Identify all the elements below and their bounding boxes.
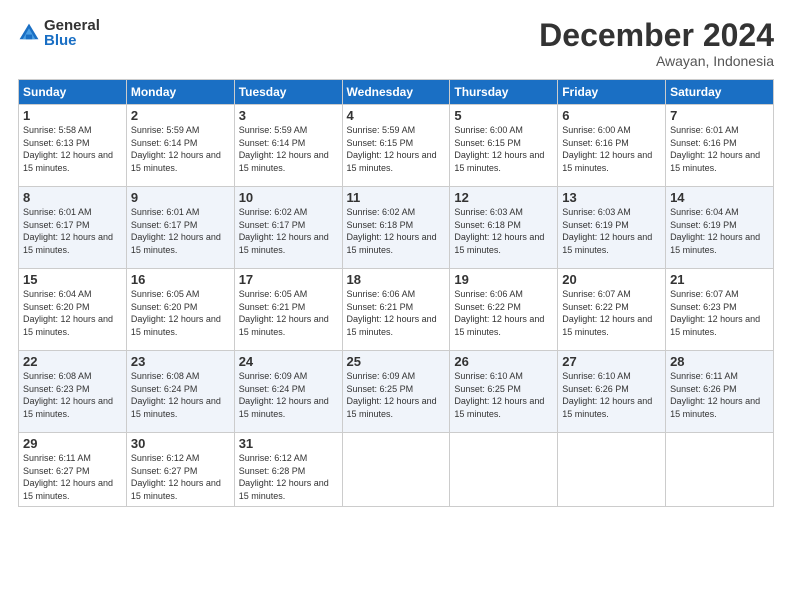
logo-blue: Blue <box>44 33 100 48</box>
calendar-table: Sunday Monday Tuesday Wednesday Thursday… <box>18 79 774 506</box>
table-row: 5 Sunrise: 6:00 AM Sunset: 6:15 PM Dayli… <box>450 105 558 187</box>
header-friday: Friday <box>558 80 666 105</box>
month-title: December 2024 <box>539 18 774 53</box>
table-row: 8 Sunrise: 6:01 AM Sunset: 6:17 PM Dayli… <box>19 187 127 269</box>
table-row: 4 Sunrise: 5:59 AM Sunset: 6:15 PM Dayli… <box>342 105 450 187</box>
calendar-header-row: Sunday Monday Tuesday Wednesday Thursday… <box>19 80 774 105</box>
table-row: 15 Sunrise: 6:04 AM Sunset: 6:20 PM Dayl… <box>19 269 127 351</box>
table-row: 11 Sunrise: 6:02 AM Sunset: 6:18 PM Dayl… <box>342 187 450 269</box>
table-row: 6 Sunrise: 6:00 AM Sunset: 6:16 PM Dayli… <box>558 105 666 187</box>
logo: General Blue <box>18 18 100 48</box>
table-row: 24 Sunrise: 6:09 AM Sunset: 6:24 PM Dayl… <box>234 351 342 433</box>
header-thursday: Thursday <box>450 80 558 105</box>
title-block: December 2024 Awayan, Indonesia <box>539 18 774 69</box>
table-row: 2 Sunrise: 5:59 AM Sunset: 6:14 PM Dayli… <box>126 105 234 187</box>
table-row <box>666 433 774 506</box>
table-row: 16 Sunrise: 6:05 AM Sunset: 6:20 PM Dayl… <box>126 269 234 351</box>
header-tuesday: Tuesday <box>234 80 342 105</box>
table-row <box>342 433 450 506</box>
logo-icon <box>18 22 40 44</box>
table-row: 7 Sunrise: 6:01 AM Sunset: 6:16 PM Dayli… <box>666 105 774 187</box>
header-wednesday: Wednesday <box>342 80 450 105</box>
table-row: 20 Sunrise: 6:07 AM Sunset: 6:22 PM Dayl… <box>558 269 666 351</box>
logo-text: General Blue <box>44 18 100 48</box>
table-row: 10 Sunrise: 6:02 AM Sunset: 6:17 PM Dayl… <box>234 187 342 269</box>
table-row: 22 Sunrise: 6:08 AM Sunset: 6:23 PM Dayl… <box>19 351 127 433</box>
table-row: 25 Sunrise: 6:09 AM Sunset: 6:25 PM Dayl… <box>342 351 450 433</box>
header: General Blue December 2024 Awayan, Indon… <box>18 18 774 69</box>
page: General Blue December 2024 Awayan, Indon… <box>0 0 792 612</box>
table-row <box>450 433 558 506</box>
table-row <box>558 433 666 506</box>
table-row: 17 Sunrise: 6:05 AM Sunset: 6:21 PM Dayl… <box>234 269 342 351</box>
header-saturday: Saturday <box>666 80 774 105</box>
logo-general: General <box>44 18 100 33</box>
table-row: 26 Sunrise: 6:10 AM Sunset: 6:25 PM Dayl… <box>450 351 558 433</box>
table-row: 14 Sunrise: 6:04 AM Sunset: 6:19 PM Dayl… <box>666 187 774 269</box>
table-row: 19 Sunrise: 6:06 AM Sunset: 6:22 PM Dayl… <box>450 269 558 351</box>
table-row: 23 Sunrise: 6:08 AM Sunset: 6:24 PM Dayl… <box>126 351 234 433</box>
table-row: 30 Sunrise: 6:12 AM Sunset: 6:27 PM Dayl… <box>126 433 234 506</box>
table-row: 9 Sunrise: 6:01 AM Sunset: 6:17 PM Dayli… <box>126 187 234 269</box>
table-row: 31 Sunrise: 6:12 AM Sunset: 6:28 PM Dayl… <box>234 433 342 506</box>
table-row: 29 Sunrise: 6:11 AM Sunset: 6:27 PM Dayl… <box>19 433 127 506</box>
table-row: 3 Sunrise: 5:59 AM Sunset: 6:14 PM Dayli… <box>234 105 342 187</box>
table-row: 21 Sunrise: 6:07 AM Sunset: 6:23 PM Dayl… <box>666 269 774 351</box>
table-row: 28 Sunrise: 6:11 AM Sunset: 6:26 PM Dayl… <box>666 351 774 433</box>
header-sunday: Sunday <box>19 80 127 105</box>
table-row: 1 Sunrise: 5:58 AM Sunset: 6:13 PM Dayli… <box>19 105 127 187</box>
header-monday: Monday <box>126 80 234 105</box>
table-row: 27 Sunrise: 6:10 AM Sunset: 6:26 PM Dayl… <box>558 351 666 433</box>
location-subtitle: Awayan, Indonesia <box>539 53 774 69</box>
table-row: 12 Sunrise: 6:03 AM Sunset: 6:18 PM Dayl… <box>450 187 558 269</box>
table-row: 18 Sunrise: 6:06 AM Sunset: 6:21 PM Dayl… <box>342 269 450 351</box>
table-row: 13 Sunrise: 6:03 AM Sunset: 6:19 PM Dayl… <box>558 187 666 269</box>
